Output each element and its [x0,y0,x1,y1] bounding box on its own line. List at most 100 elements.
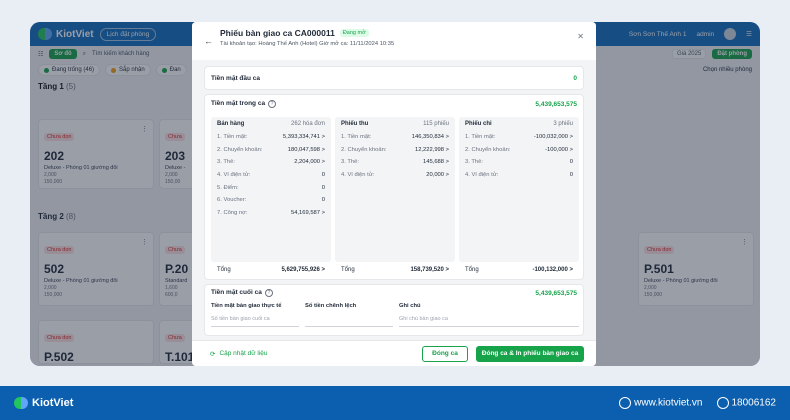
opening-cash-value: 0 [573,74,577,82]
info-icon[interactable]: ? [264,289,273,297]
modal-title: Phiếu bàn giao ca CA000011 Đang mở [220,28,584,38]
opening-cash-row: Tiền mặt đầu ca 0 [205,67,583,89]
shift-handover-modal: ← Phiếu bàn giao ca CA000011 Đang mở Tài … [192,22,596,366]
phone-text: 18006162 [731,397,777,409]
modal-footer: ⟳ Cập nhật dữ liệu Đóng ca Đóng ca & In p… [192,340,596,366]
row-label: 1. Tiền mặt: [217,134,248,141]
sales-title: Bán hàng [217,121,245,127]
total-label: Tổng [465,267,479,273]
row-value: 180,047,598 > [287,146,325,153]
website-link[interactable]: www.kiotviet.vn [619,397,703,409]
row-label: 4. Ví điện tử: [217,172,251,179]
refresh-label: Cập nhật dữ liệu [219,350,268,357]
difference-input [305,313,393,327]
sales-column: Bán hàng 262 hóa đơn 1. Tiền mặt: 5,393,33… [211,117,331,262]
row-label: 1. Tiền mặt: [465,134,496,141]
payments-title: Phiếu chi [465,121,492,127]
receipts-total[interactable]: Tổng 158,739,520 > [335,267,455,273]
row-value: 2,204,000 > [294,159,325,166]
in-shift-cash-box: Tiền mặt trong ca? 5,439,653,575 Bán hàng… [204,94,584,280]
row-label: 3. Thẻ: [341,159,359,166]
row-value: 145,688 > [423,159,449,166]
sales-header: Bán hàng 262 hóa đơn [217,121,325,127]
refresh-button[interactable]: ⟳ Cập nhật dữ liệu [210,350,268,358]
row-label: 2. Chuyển khoản: [465,146,511,153]
receipts-row[interactable]: 4. Ví điện tử: 20,000 > [341,169,449,182]
payments-row[interactable]: 1. Tiền mặt: -100,032,000 > [465,131,573,144]
row-label: 4. Ví điện tử: [341,172,375,179]
difference-label: Số tiền chênh lệch [305,303,357,309]
row-label: 1. Tiền mặt: [341,134,372,141]
opening-cash-label: Tiền mặt đầu ca [211,74,261,82]
kiotviet-logo-icon [14,397,28,409]
actual-cash-input[interactable]: Số tiền bàn giao cuối ca [211,313,299,327]
row-value: 0 [321,184,325,191]
phone-link[interactable]: 18006162 [716,397,777,409]
row-value: 12,222,998 > [414,146,449,153]
payments-total[interactable]: Tổng -100,132,000 > [459,267,579,273]
modal-subtitle: Tài khoản tạo: Hoàng Thế Anh (Hotel) Giờ… [220,41,395,47]
actual-cash-label: Tiền mặt bàn giao thực tế [211,303,282,309]
payments-column: Phiếu chi 3 phiếu 1. Tiền mặt: -100,032,00… [459,117,579,262]
sales-row[interactable]: 3. Thẻ: 2,204,000 > [217,156,325,169]
in-shift-cash-label: Tiền mặt trong ca [211,100,266,107]
status-badge: Đang mở [339,29,369,37]
payments-count: 3 phiếu [553,121,573,127]
sales-row[interactable]: 7. Công nợ: 54,169,587 > [217,207,325,220]
brand-footer: KiotViet www.kiotviet.vn 18006162 [0,386,790,420]
receipts-title: Phiếu thu [341,121,369,127]
sales-row: 4. Ví điện tử: 0 [217,169,325,182]
close-icon[interactable]: ✕ [577,32,584,41]
close-shift-button[interactable]: Đóng ca [422,346,468,362]
closing-cash-box: Tiền mặt cuối ca? 5,439,653,575 Tiền mặt … [204,284,584,336]
website-text: www.kiotviet.vn [634,397,703,409]
phone-icon [716,397,729,409]
total-value: 158,739,520 > [410,267,449,273]
row-label: 7. Công nợ: [217,209,248,216]
total-label: Tổng [217,267,231,273]
total-value: 5,629,755,926 > [281,267,325,273]
row-value: 20,000 > [426,172,449,179]
receipts-row[interactable]: 1. Tiền mặt: 146,350,834 > [341,131,449,144]
closing-cash-value: 5,439,653,575 [535,289,577,297]
row-label: 4. Ví điện tử: [465,172,499,179]
in-shift-cash-value: 5,439,653,575 [535,100,577,108]
info-icon[interactable]: ? [268,100,277,108]
payments-row: 3. Thẻ: 0 [465,156,573,169]
note-label: Ghi chú [399,303,421,309]
row-value: 0 [569,159,573,166]
opening-cash-box: Tiền mặt đầu ca 0 [204,66,584,90]
footer-logo: KiotViet [14,397,73,409]
payments-row[interactable]: 2. Chuyển khoản: -100,000 > [465,144,573,157]
payments-header: Phiếu chi 3 phiếu [465,121,573,127]
row-value: 54,169,587 > [290,209,325,216]
row-value: 0 [321,197,325,204]
row-value: 0 [569,172,573,179]
row-label: 2. Chuyển khoản: [217,146,263,153]
sales-row[interactable]: 1. Tiền mặt: 5,393,334,741 > [217,131,325,144]
closing-cash-label: Tiền mặt cuối ca [211,289,262,296]
receipts-row[interactable]: 3. Thẻ: 145,688 > [341,156,449,169]
total-value: -100,132,000 > [532,267,573,273]
receipts-row[interactable]: 2. Chuyển khoản: 12,222,998 > [341,144,449,157]
receipts-header: Phiếu thu 115 phiếu [341,121,449,127]
receipts-count: 115 phiếu [423,121,449,127]
modal-header: ← Phiếu bàn giao ca CA000011 Đang mở Tài … [192,22,596,60]
sales-row[interactable]: 2. Chuyển khoản: 180,047,598 > [217,144,325,157]
in-shift-cash-row: Tiền mặt trong ca? 5,439,653,575 [205,95,583,113]
row-value: -100,032,000 > [533,134,573,141]
sales-count: 262 hóa đơn [291,121,325,127]
closing-cash-row: Tiền mặt cuối ca? 5,439,653,575 [205,285,583,301]
row-value: 146,350,834 > [411,134,449,141]
row-value: 0 [321,172,325,179]
footer-brand: KiotViet [32,397,74,409]
globe-icon [619,397,632,409]
row-label: 6. Voucher: [217,197,247,204]
note-textarea[interactable]: Ghi chú bàn giao ca [399,313,579,327]
refresh-icon: ⟳ [210,351,216,358]
back-arrow-icon[interactable]: ← [204,36,213,46]
close-and-print-button[interactable]: Đóng ca & In phiếu bàn giao ca [476,346,584,362]
sales-row: 6. Voucher: 0 [217,194,325,207]
row-label: 2. Chuyển khoản: [341,146,387,153]
sales-total[interactable]: Tổng 5,629,755,926 > [211,267,331,273]
